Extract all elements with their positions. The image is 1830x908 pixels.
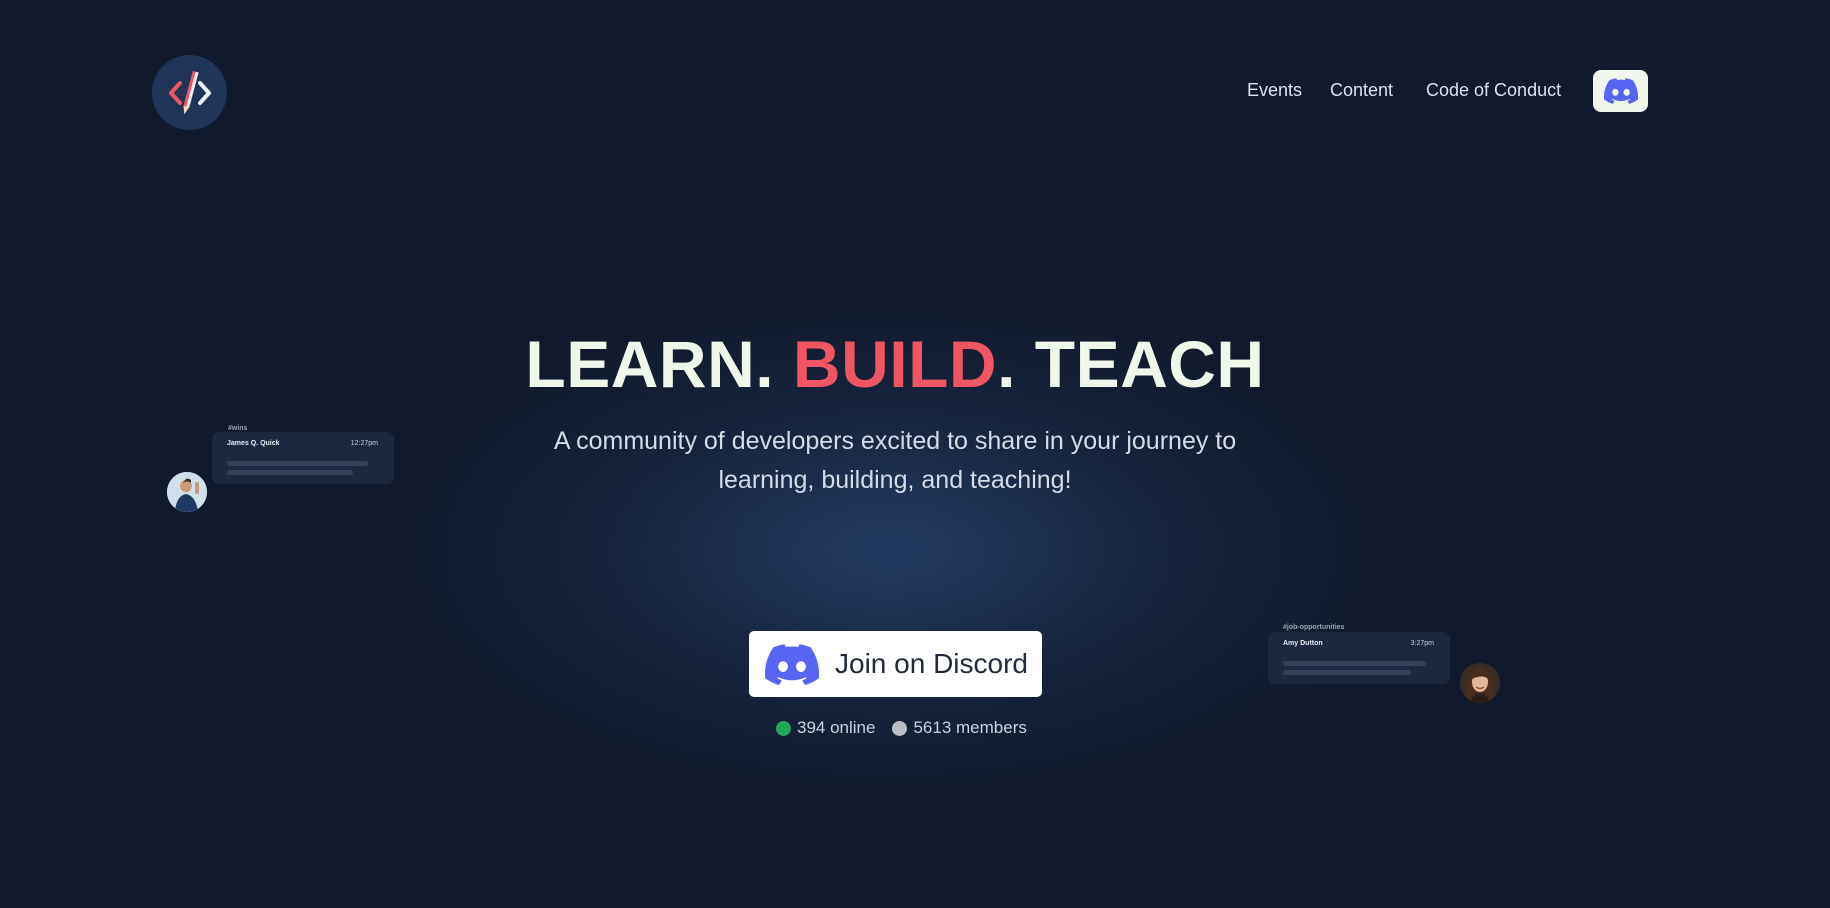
chat-card-time: 12:27pm (350, 440, 378, 447)
headline-part-learn: LEARN. (525, 327, 793, 401)
discord-icon (1603, 78, 1638, 104)
nav-link-content[interactable]: Content (1330, 80, 1393, 101)
user-avatar-icon (167, 472, 207, 512)
headline-part-teach: . TEACH (997, 327, 1265, 401)
nav-link-code-of-conduct[interactable]: Code of Conduct (1426, 80, 1561, 101)
member-status-dot (892, 720, 908, 736)
online-count-label: 394 online (797, 718, 876, 737)
chat-card-text-line (1283, 670, 1411, 675)
member-count: 5613 members (892, 718, 1027, 738)
chat-card-time: 3:27pm (1410, 640, 1434, 647)
chat-card: James Q. Quick 12:27pm (212, 432, 394, 484)
avatar (167, 472, 207, 512)
hero-headline: LEARN. BUILD. TEACH (0, 326, 1790, 402)
nav-link-events[interactable]: Events (1247, 80, 1302, 101)
user-avatar-icon (1460, 663, 1500, 703)
chat-card-author: James Q. Quick (227, 440, 280, 447)
chat-card-text-line (1283, 661, 1426, 666)
hero-subtitle: A community of developers excited to sha… (553, 427, 1237, 494)
online-status-dot (776, 720, 791, 736)
join-discord-button[interactable]: Join on Discord (749, 631, 1042, 697)
headline-accent-build: BUILD (792, 327, 998, 401)
chat-card-text-line (227, 461, 368, 466)
chat-card: Amy Dutton 3:27pm (1268, 632, 1450, 684)
member-count-label: 5613 members (913, 718, 1027, 737)
avatar (1460, 663, 1500, 703)
online-count: 394 online (776, 718, 875, 738)
chat-card-channel: #job-opportunities (1283, 624, 1345, 631)
chat-card-text-line (227, 470, 353, 475)
nav-discord-button[interactable] (1593, 70, 1648, 112)
discord-icon (765, 643, 819, 685)
chat-card-author: Amy Dutton (1283, 640, 1323, 647)
join-discord-label: Join on Discord (835, 648, 1028, 679)
top-nav: Events Content Code of Conduct (0, 70, 1830, 114)
chat-card-channel: #wins (228, 425, 248, 432)
discord-stats: 394 online 5613 members (776, 718, 1027, 738)
